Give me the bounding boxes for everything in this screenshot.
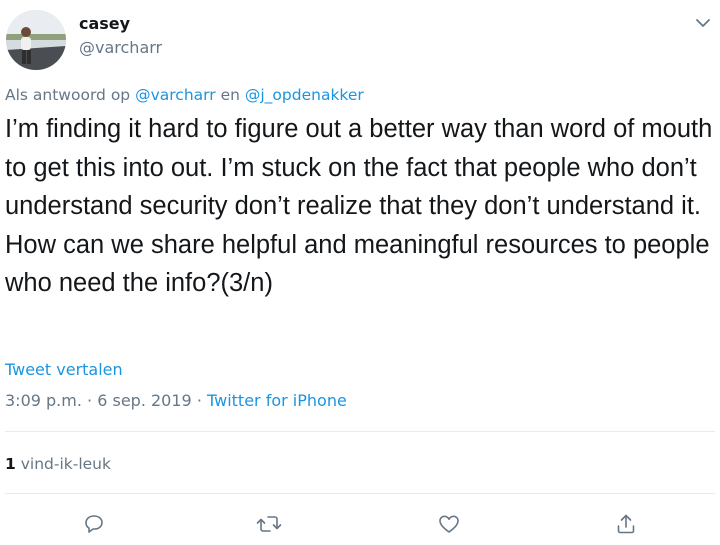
reply-connector: en xyxy=(220,86,240,104)
divider xyxy=(5,431,715,432)
share-icon[interactable] xyxy=(612,510,640,538)
user-handle[interactable]: @varcharr xyxy=(79,38,162,58)
tweet-date[interactable]: 6 sep. 2019 xyxy=(97,391,192,410)
tweet-stats[interactable]: 1 vind-ik-leuk xyxy=(5,454,111,474)
reply-prefix: Als antwoord op xyxy=(5,86,131,104)
likes-count: 1 xyxy=(5,455,16,473)
mention-link[interactable]: @j_opdenakker xyxy=(245,86,364,104)
meta-separator: · xyxy=(196,391,202,410)
mention-link[interactable]: @varcharr xyxy=(135,86,216,104)
heart-icon[interactable] xyxy=(435,510,463,538)
tweet-text: I’m finding it hard to figure out a bett… xyxy=(5,115,713,297)
divider xyxy=(5,493,715,494)
reply-icon[interactable] xyxy=(80,510,108,538)
tweet-meta: 3:09 p.m. · 6 sep. 2019 · Twitter for iP… xyxy=(5,391,347,411)
chevron-down-icon[interactable] xyxy=(695,14,711,27)
tweet-time[interactable]: 3:09 p.m. xyxy=(5,391,82,410)
translate-tweet-link[interactable]: Tweet vertalen xyxy=(5,360,123,380)
display-name[interactable]: casey xyxy=(79,14,162,34)
likes-label: vind-ik-leuk xyxy=(20,455,111,473)
retweet-icon[interactable] xyxy=(255,510,283,538)
tweet-actions xyxy=(0,510,720,538)
tweet: casey @varcharr Als antwoord op @varchar… xyxy=(0,0,720,545)
avatar[interactable] xyxy=(6,10,66,70)
reply-context: Als antwoord op @varcharr en @j_opdenakk… xyxy=(5,85,364,105)
meta-separator: · xyxy=(87,391,93,410)
author-block: casey @varcharr xyxy=(79,14,162,58)
tweet-source-link[interactable]: Twitter for iPhone xyxy=(207,391,347,410)
